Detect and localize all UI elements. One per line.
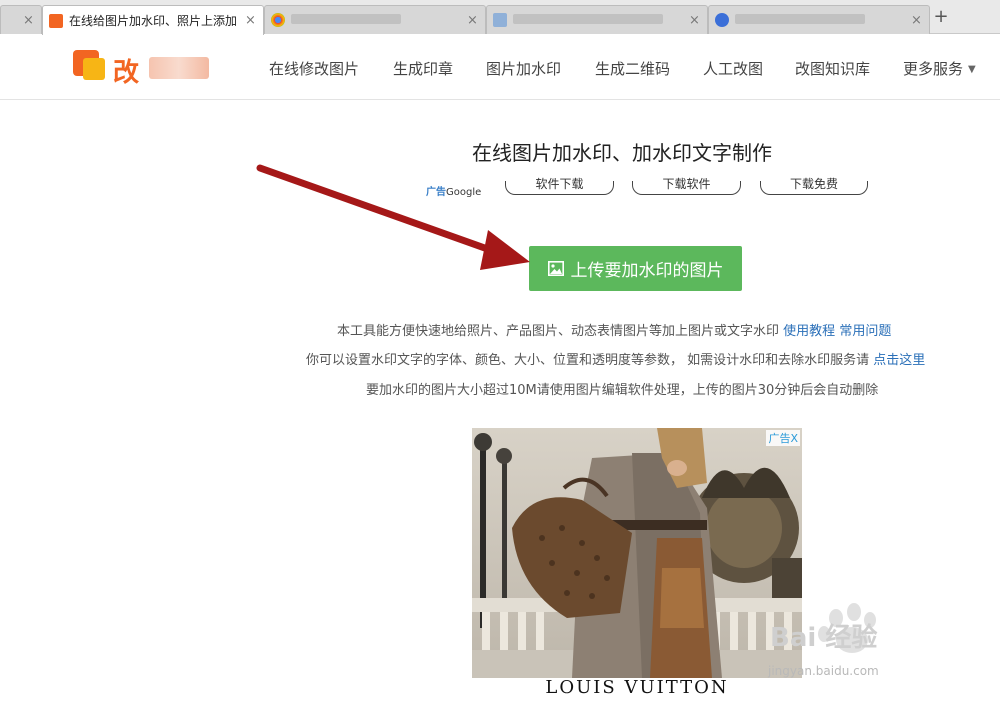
- close-icon[interactable]: ×: [245, 13, 257, 28]
- browser-tab[interactable]: ×: [486, 5, 708, 34]
- nav-add-watermark[interactable]: 图片加水印: [486, 58, 561, 79]
- upload-image-button[interactable]: 上传要加水印的图片: [529, 246, 742, 291]
- ad-link-software-download[interactable]: 软件下载: [505, 178, 614, 195]
- nav-generate-qrcode[interactable]: 生成二维码: [595, 58, 670, 79]
- browser-tab-strip: × 在线给图片加水印、照片上添加 × × × × +: [0, 0, 1000, 35]
- tab-title: [291, 13, 463, 27]
- caret-down-icon: ▼: [968, 64, 976, 75]
- nav-more-services[interactable]: 更多服务 ▼: [903, 58, 976, 79]
- site-logo[interactable]: 改: [73, 48, 213, 88]
- advertisement-image[interactable]: 广告X: [472, 428, 802, 678]
- close-icon[interactable]: ×: [467, 13, 479, 28]
- ad-link-download-software[interactable]: 下载软件: [632, 178, 741, 195]
- upload-button-label: 上传要加水印的图片: [570, 261, 724, 281]
- nav-generate-seal[interactable]: 生成印章: [393, 58, 453, 79]
- nav-manual-edit[interactable]: 人工改图: [703, 58, 763, 79]
- description-line-1: 本工具能方便快速地给照片、产品图片、动态表情图片等加上图片或文字水印 使用教程 …: [337, 324, 892, 339]
- description-line-2: 你可以设置水印文字的字体、颜色、大小、位置和透明度等参数， 如需设计水印和去除水…: [306, 353, 926, 368]
- close-icon[interactable]: ×: [911, 13, 923, 28]
- tutorial-link[interactable]: 使用教程: [783, 324, 835, 339]
- nav-edit-image[interactable]: 在线修改图片: [269, 58, 359, 79]
- close-icon[interactable]: ×: [23, 13, 35, 28]
- advert-photo: [472, 428, 802, 678]
- watermark-text: Bai 经验: [770, 623, 878, 653]
- logo-text: 改: [113, 58, 142, 88]
- image-icon: [547, 261, 564, 276]
- baidu-favicon-icon: [715, 13, 729, 27]
- chrome-favicon-icon: [271, 13, 285, 27]
- browser-tab-active[interactable]: 在线给图片加水印、照片上添加 ×: [42, 5, 264, 35]
- ad-label: 广告Google: [426, 187, 482, 198]
- advert-brand-name: LOUIS VUITTON: [545, 677, 729, 698]
- click-here-link[interactable]: 点击这里: [873, 353, 925, 368]
- nav-knowledge-base[interactable]: 改图知识库: [795, 58, 870, 79]
- close-icon[interactable]: ×: [689, 13, 701, 28]
- site-header: 改 在线修改图片 生成印章 图片加水印 生成二维码 人工改图 改图知识库 更多服…: [0, 34, 1000, 100]
- browser-tab[interactable]: ×: [708, 5, 930, 34]
- site-favicon-icon: [49, 13, 63, 28]
- page-favicon-icon: [493, 13, 507, 27]
- watermark-site: jingyan.baidu.com: [768, 664, 879, 678]
- tab-title: [513, 13, 685, 27]
- ad-link-download-free[interactable]: 下载免费: [760, 178, 868, 195]
- new-tab-button[interactable]: +: [930, 7, 952, 29]
- description-line-3: 要加水印的图片大小超过10M请使用图片编辑软件处理，上传的图片30分钟后会自动删…: [366, 383, 879, 398]
- page-title: 在线图片加水印、加水印文字制作: [472, 141, 772, 165]
- browser-tab[interactable]: ×: [264, 5, 486, 34]
- faq-link[interactable]: 常用问题: [839, 324, 891, 339]
- ad-close-button[interactable]: 广告X: [766, 430, 800, 446]
- tab-title: 在线给图片加水印、照片上添加: [69, 14, 238, 28]
- tab-title: [735, 13, 907, 27]
- browser-tab[interactable]: ×: [0, 5, 42, 34]
